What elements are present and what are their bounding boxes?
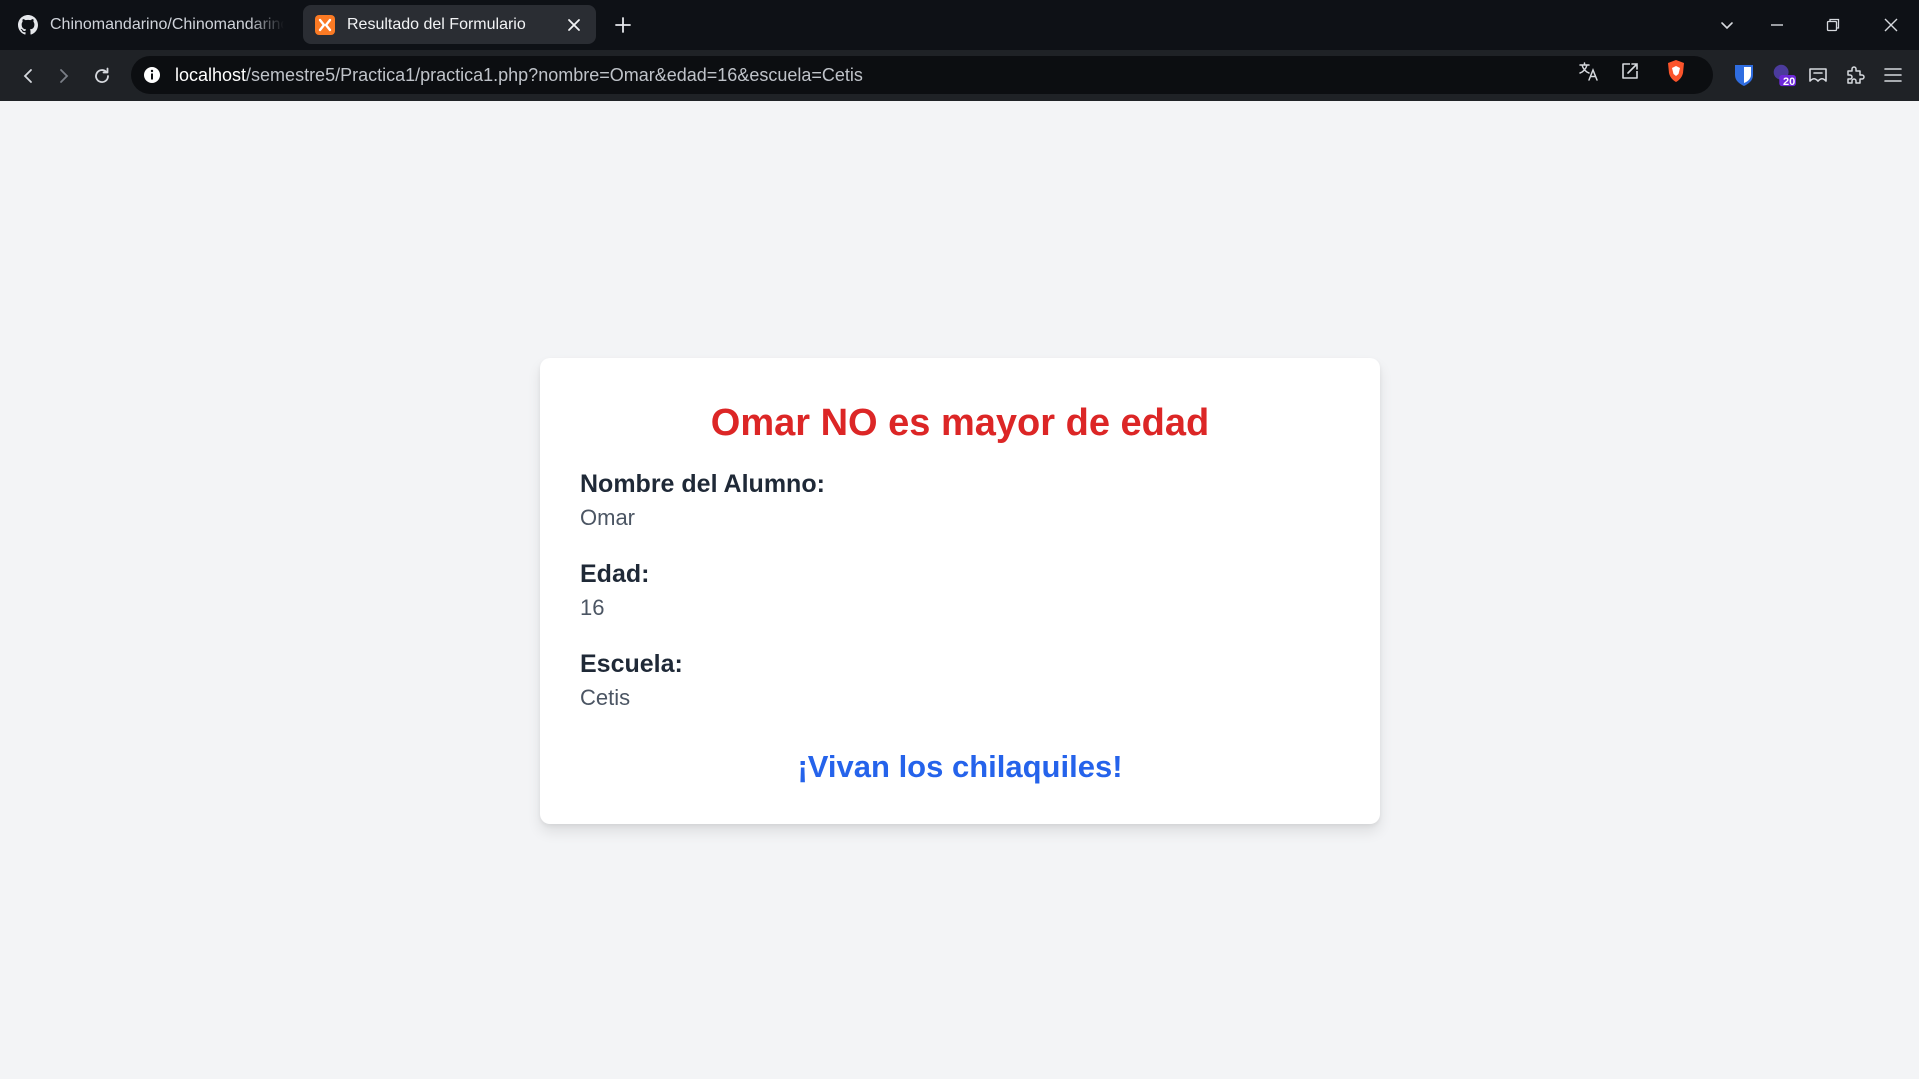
tab-search-chevron-icon[interactable] <box>1712 10 1742 40</box>
field-value: Cetis <box>580 685 631 710</box>
tab-title: Resultado del Formulario <box>347 15 526 33</box>
result-card: Omar NO es mayor de edad Nombre del Alum… <box>540 358 1380 824</box>
xampp-icon <box>315 14 335 35</box>
field-escuela: Escuela: Cetis <box>580 648 1340 714</box>
field-label: Nombre del Alumno: <box>580 470 825 498</box>
field-edad: Edad: 16 <box>580 558 1340 624</box>
tab-github[interactable]: Chinomandarino/Chinomandarino.github.io <box>6 5 296 44</box>
menu-icon[interactable] <box>1880 62 1906 88</box>
new-tab-button[interactable] <box>610 12 636 38</box>
field-value: Omar <box>580 505 635 530</box>
extension-badge-count: 20 <box>1783 76 1796 88</box>
share-icon[interactable] <box>1618 59 1642 83</box>
extension-badge-icon[interactable]: 20 <box>1770 62 1796 88</box>
forward-button[interactable] <box>49 61 79 91</box>
url-path: /semestre5/Practica1/practica1.php?nombr… <box>246 64 863 85</box>
tab-resultado[interactable]: Resultado del Formulario <box>303 5 596 44</box>
github-icon <box>18 14 38 35</box>
tab-title: Chinomandarino/Chinomandarino.github.io <box>50 15 284 33</box>
field-label: Escuela: <box>580 650 683 678</box>
translate-icon[interactable] <box>1577 59 1601 83</box>
back-button[interactable] <box>13 61 43 91</box>
page-viewport: Omar NO es mayor de edad Nombre del Alum… <box>0 101 1919 1079</box>
reader-mode-icon[interactable] <box>1805 62 1831 88</box>
close-window-button[interactable] <box>1876 10 1906 40</box>
field-label: Edad: <box>580 560 650 588</box>
address-bar[interactable]: localhost/semestre5/Practica1/practica1.… <box>131 56 1713 94</box>
field-nombre: Nombre del Alumno: Omar <box>580 468 1340 534</box>
restore-button[interactable] <box>1818 10 1848 40</box>
reload-button[interactable] <box>87 61 117 91</box>
tab-strip: Chinomandarino/Chinomandarino.github.io … <box>0 0 1919 50</box>
age-status-heading: Omar NO es mayor de edad <box>710 402 1210 444</box>
brave-shields-icon[interactable] <box>1664 59 1688 83</box>
url-host: localhost <box>175 64 247 85</box>
site-info-icon[interactable] <box>143 66 161 84</box>
bitwarden-icon[interactable] <box>1731 62 1757 88</box>
close-tab-icon[interactable] <box>564 15 584 35</box>
extensions-puzzle-icon[interactable] <box>1842 62 1868 88</box>
minimize-button[interactable] <box>1762 10 1792 40</box>
footer-message: ¡Vivan los chilaquiles! <box>797 749 1123 784</box>
browser-toolbar: localhost/semestre5/Practica1/practica1.… <box>0 50 1919 101</box>
field-value: 16 <box>580 595 605 620</box>
url-text[interactable]: localhost/semestre5/Practica1/practica1.… <box>175 65 863 86</box>
